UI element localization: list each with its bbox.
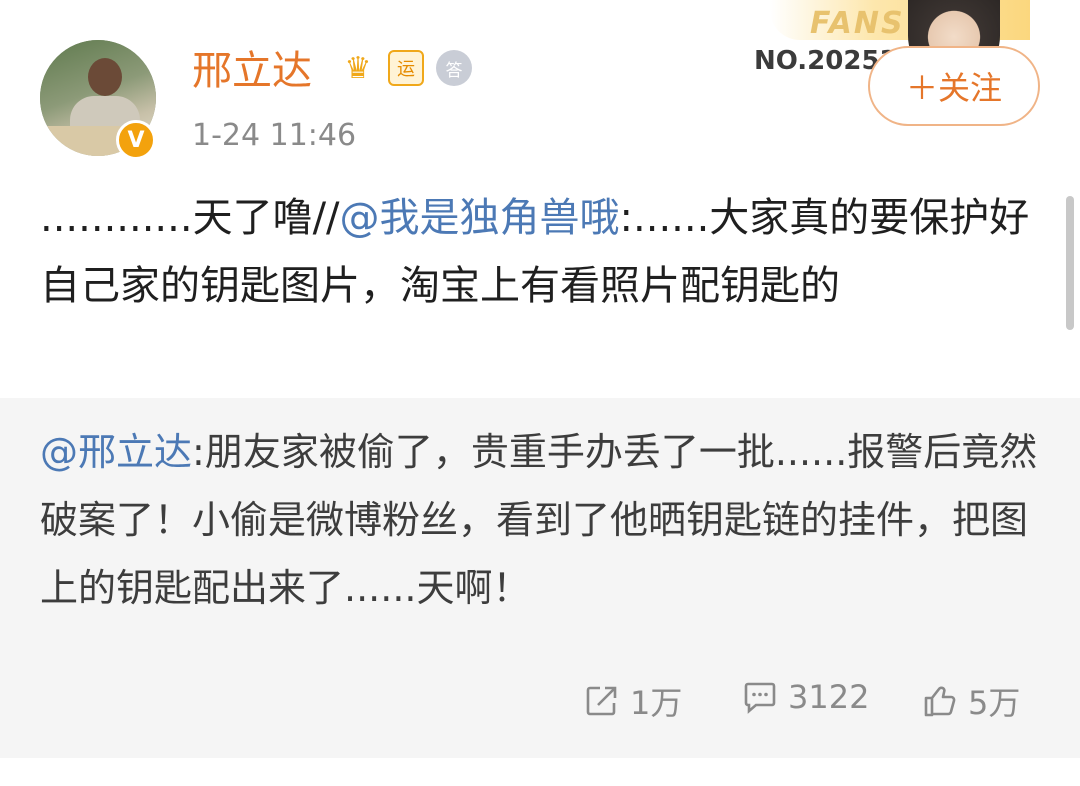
author-name[interactable]: 邢立达: [192, 44, 312, 98]
author-badges: ♛ 运 答: [340, 50, 472, 86]
post-text: ............天了噜//@我是独角兽哦:......大家真的要保护好自…: [40, 184, 1040, 320]
retweet-text: @邢立达:朋友家被偷了，贵重手办丢了一批......报警后竟然破案了！小偷是微博…: [40, 418, 1040, 622]
retweet-box[interactable]: @邢立达:朋友家被偷了，贵重手办丢了一批......报警后竟然破案了！小偷是微博…: [0, 398, 1080, 758]
fans-label: FANS: [810, 6, 905, 41]
follow-button[interactable]: ＋关注: [868, 46, 1040, 126]
verified-badge-icon: V: [116, 120, 156, 160]
mention-link[interactable]: @我是独角兽哦: [340, 195, 620, 241]
retweet-mention-link[interactable]: @邢立达: [40, 430, 192, 474]
share-icon: [586, 686, 617, 716]
like-button[interactable]: 5万: [922, 678, 1020, 724]
post-time: 1-24 11:46: [192, 118, 357, 153]
repost-button[interactable]: 1万: [584, 678, 682, 724]
like-count: 5万: [968, 684, 1021, 722]
yun-badge-icon[interactable]: 运: [388, 50, 424, 86]
comment-icon: [744, 682, 776, 714]
post-prefix: ............天了噜//: [40, 195, 340, 241]
comment-count: 3122: [788, 678, 870, 716]
weibo-post: V 邢立达 ♛ 运 答 1-24 11:46 FANS NO.20253 ＋关注…: [0, 0, 1080, 786]
thumbs-up-icon: [924, 686, 956, 717]
answer-badge-icon[interactable]: 答: [436, 50, 472, 86]
comment-button[interactable]: 3122: [742, 678, 869, 716]
scrollbar[interactable]: [1066, 196, 1074, 330]
repost-count: 1万: [630, 684, 683, 722]
crown-icon[interactable]: ♛: [340, 50, 376, 86]
